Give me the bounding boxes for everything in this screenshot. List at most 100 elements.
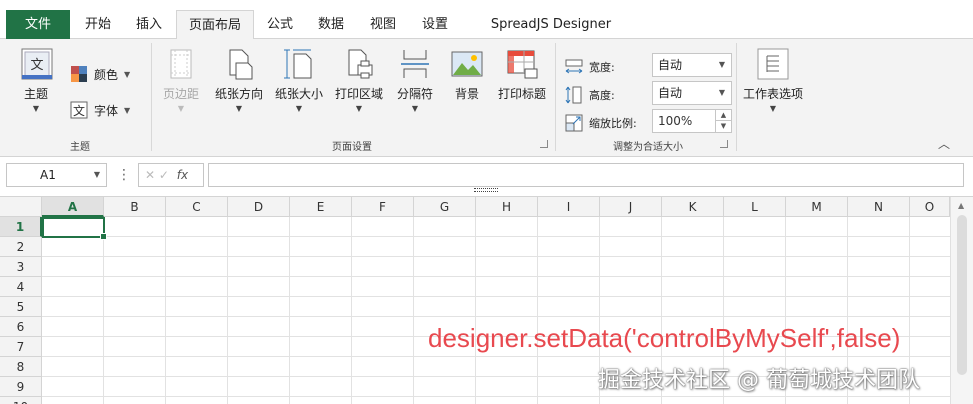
page-setup-launcher-icon[interactable]: [540, 140, 548, 148]
theme-icon: 文: [19, 47, 53, 81]
width-icon: [565, 59, 583, 74]
chevron-down-icon: ▼: [411, 104, 419, 113]
column-header[interactable]: I: [538, 197, 600, 217]
confirm-icon[interactable]: ✓: [159, 168, 169, 182]
tab-insert[interactable]: 插入: [126, 10, 172, 39]
column-header[interactable]: N: [848, 197, 910, 217]
group-divider: [736, 43, 737, 151]
margins-button[interactable]: 页边距 ▼: [160, 47, 202, 113]
fonts-button-label: 字体: [94, 103, 119, 118]
breaks-button-label: 分隔符: [396, 87, 433, 101]
tab-license[interactable]: SpreadJS Designer License: [466, 10, 636, 61]
height-row: 高度:: [565, 86, 615, 104]
row-header[interactable]: 8: [0, 357, 42, 377]
scale-row: 缩放比例:: [565, 114, 637, 132]
theme-button[interactable]: 文 主题 ▼: [10, 47, 62, 113]
column-header[interactable]: E: [290, 197, 352, 217]
page-setup-group-label: 页面设置: [332, 142, 372, 153]
row-header[interactable]: 5: [0, 297, 42, 317]
more-options-icon[interactable]: ⋮: [117, 165, 131, 185]
row-header[interactable]: 6: [0, 317, 42, 337]
column-header[interactable]: G: [414, 197, 476, 217]
row-header[interactable]: 10: [0, 397, 42, 404]
print-area-button[interactable]: 打印区域 ▼: [332, 47, 386, 113]
tab-settings[interactable]: 设置: [412, 10, 458, 39]
paper-size-button-label: 纸张大小: [274, 87, 323, 101]
sheet-options-button-label: 工作表选项: [742, 87, 803, 101]
fonts-button[interactable]: 文 字体 ▼: [70, 101, 130, 119]
width-select-value: 自动: [658, 58, 683, 72]
scrollbar-thumb[interactable]: [957, 215, 967, 375]
palette-icon: [71, 66, 87, 82]
column-header[interactable]: A: [42, 197, 104, 217]
print-titles-icon: [505, 47, 539, 81]
height-label: 高度:: [589, 89, 615, 102]
sheet-options-button[interactable]: 工作表选项 ▼: [740, 47, 806, 113]
scale-icon: [565, 114, 583, 132]
orientation-button[interactable]: 纸张方向 ▼: [212, 47, 266, 113]
column-header[interactable]: J: [600, 197, 662, 217]
tab-page-layout[interactable]: 页面布局: [176, 10, 254, 40]
row-header[interactable]: 1: [0, 217, 42, 237]
tab-view[interactable]: 视图: [360, 10, 406, 39]
tab-formulas[interactable]: 公式: [258, 10, 302, 39]
paper-size-button[interactable]: 纸张大小 ▼: [272, 47, 326, 113]
tab-file[interactable]: 文件: [6, 10, 70, 39]
height-select[interactable]: 自动 ▼: [652, 81, 732, 105]
chevron-down-icon: ▼: [93, 170, 100, 179]
cancel-icon[interactable]: ✕: [145, 168, 155, 182]
scale-spinner[interactable]: 100% ▲ ▼: [652, 109, 732, 133]
column-header[interactable]: C: [166, 197, 228, 217]
spin-up-icon[interactable]: ▲: [715, 110, 731, 121]
row-header[interactable]: 9: [0, 377, 42, 397]
paper-size-icon: [282, 47, 316, 81]
row-header[interactable]: 3: [0, 257, 42, 277]
width-select[interactable]: 自动 ▼: [652, 53, 732, 77]
vertical-scrollbar[interactable]: ▲: [950, 197, 973, 404]
column-header[interactable]: O: [910, 197, 950, 217]
sheet-options-icon: [756, 47, 790, 81]
tab-data[interactable]: 数据: [308, 10, 354, 39]
formula-input[interactable]: [208, 163, 964, 187]
background-button-label: 背景: [454, 87, 479, 101]
scale-launcher-icon[interactable]: [720, 140, 728, 148]
active-cell[interactable]: [42, 217, 107, 240]
row-header[interactable]: 2: [0, 237, 42, 257]
print-titles-button[interactable]: 打印标题: [494, 47, 550, 102]
row-header[interactable]: 7: [0, 337, 42, 357]
theme-group-label: 主题: [70, 142, 90, 153]
chevron-down-icon: ▼: [177, 104, 185, 113]
breaks-button[interactable]: 分隔符 ▼: [392, 47, 438, 113]
column-header[interactable]: L: [724, 197, 786, 217]
column-header[interactable]: B: [104, 197, 166, 217]
column-header[interactable]: M: [786, 197, 848, 217]
watermark-text: 掘金技术社区 @ 葡萄城技术团队: [598, 368, 920, 393]
column-header[interactable]: K: [662, 197, 724, 217]
scroll-up-icon[interactable]: ▲: [958, 201, 964, 210]
row-header[interactable]: 4: [0, 277, 42, 297]
background-image-icon: [450, 47, 484, 81]
spin-down-icon[interactable]: ▼: [715, 121, 731, 132]
select-all-corner[interactable]: [0, 197, 42, 217]
insert-function-icon[interactable]: fx: [177, 168, 188, 182]
group-divider: [555, 43, 556, 151]
column-header[interactable]: F: [352, 197, 414, 217]
orientation-button-label: 纸张方向: [214, 87, 263, 101]
print-area-icon: [342, 47, 376, 81]
theme-button-label: 主题: [23, 87, 48, 101]
chevron-down-icon: ▼: [32, 104, 40, 113]
column-header[interactable]: D: [228, 197, 290, 217]
orientation-icon: [222, 47, 256, 81]
background-button[interactable]: 背景: [446, 47, 488, 102]
page-break-icon: [398, 47, 432, 81]
ribbon-tab-bar: 文件 开始 插入 页面布局 公式 数据 视图 设置 SpreadJS Desig…: [0, 0, 973, 61]
colors-button[interactable]: 颜色 ▼: [70, 65, 130, 83]
chevron-down-icon: ▼: [124, 105, 131, 115]
formula-bar-resize-handle[interactable]: [474, 188, 498, 192]
column-header[interactable]: H: [476, 197, 538, 217]
width-row: 宽度:: [565, 58, 615, 76]
collapse-ribbon-icon[interactable]: ︿: [938, 135, 950, 152]
name-box[interactable]: A1 ▼: [6, 163, 107, 187]
tab-home[interactable]: 开始: [76, 10, 120, 39]
scale-group-label: 调整为合适大小: [613, 142, 683, 153]
